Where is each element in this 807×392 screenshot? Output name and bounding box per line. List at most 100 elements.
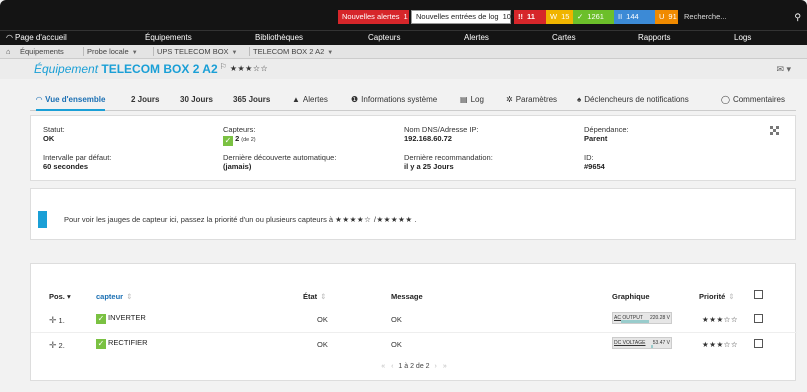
sensor-minigraph[interactable]: DC VOLTAGE 53.47 V — [612, 337, 672, 349]
row-position-value: 1. — [58, 316, 65, 325]
last-page-icon[interactable]: » — [443, 363, 447, 370]
sensor-link[interactable]: ✓ INVERTER — [96, 313, 146, 324]
tab-comments-label: Commentaires — [732, 95, 785, 104]
warning-sensors-button[interactable]: W 15 — [546, 10, 573, 24]
nav-home[interactable]: ◠ Page d'accueil — [6, 33, 67, 42]
search-input[interactable]: Recherche... ⚲ — [681, 10, 807, 24]
status-label: Statut: — [43, 125, 65, 134]
gauge-notice: Pour voir les jauges de capteur ici, pas… — [64, 215, 417, 224]
nav-logs[interactable]: Logs — [734, 33, 751, 42]
chevron-down-icon[interactable]: ▼ — [132, 50, 138, 56]
breadcrumb-item-devices[interactable]: Équipements — [20, 47, 64, 56]
search-icon[interactable]: ⚲ — [794, 10, 801, 24]
next-page-icon[interactable]: › — [435, 363, 437, 370]
page-title-kind: Équipement — [34, 62, 99, 76]
column-header-sensor[interactable]: capteur ⇕ — [96, 292, 132, 301]
sensor-state: OK — [317, 315, 328, 324]
breadcrumb-group-label: UPS TELECOM BOX — [157, 47, 229, 56]
recommendation-label: Dernière recommandation: — [404, 153, 493, 162]
page-title-name: TELECOM BOX 2 A2 — [101, 62, 218, 76]
page-title: Équipement TELECOM BOX 2 A2 ⚐ ★★★☆☆ — [34, 62, 268, 76]
table-row[interactable]: ✛ 2. ✓ RECTIFIER OK OK DC VOLTAGE 53.47 V … — [31, 332, 797, 354]
row-position[interactable]: ✛ 1. — [49, 315, 65, 326]
nav-libraries[interactable]: Bibliothèques — [255, 33, 303, 42]
first-page-icon[interactable]: « — [381, 363, 385, 370]
tab-notification-triggers-label: Déclencheurs de notifications — [584, 95, 689, 104]
sensor-priority-stars[interactable]: ★★★☆☆ — [702, 315, 738, 324]
prev-page-icon[interactable]: ‹ — [391, 363, 393, 370]
tab-notification-triggers[interactable]: ♠ Déclencheurs de notifications — [577, 95, 689, 104]
new-alerts-count: 1 — [403, 12, 408, 21]
dns-value: 192.168.60.72 — [404, 134, 452, 143]
tab-365-days[interactable]: 365 Jours — [233, 95, 270, 104]
flag-icon[interactable]: ⚐ — [220, 62, 227, 71]
sensors-value-wrap[interactable]: ✓ 2 (de 2) — [223, 134, 256, 146]
warning-count: 15 — [561, 12, 570, 21]
row-checkbox[interactable] — [754, 314, 763, 323]
column-header-pos[interactable]: Pos. ▾ — [49, 292, 71, 301]
breadcrumb-item-group[interactable]: UPS TELECOM BOX ▼ — [153, 47, 241, 56]
checkmark-icon: ✓ — [223, 136, 233, 146]
tab-comments[interactable]: ◯ Commentaires — [721, 95, 785, 104]
drag-handle-icon[interactable]: ✛ — [49, 315, 57, 325]
pagination: « ‹ 1 à 2 de 2 › » — [31, 363, 797, 370]
breadcrumb-item-device[interactable]: TELECOM BOX 2 A2 ▼ — [249, 47, 336, 56]
tab-2-days[interactable]: 2 Jours — [131, 95, 159, 104]
recommendation-value[interactable]: il y a 25 Jours — [404, 162, 493, 171]
nav-devices[interactable]: Équipements — [145, 33, 192, 42]
sensor-name: RECTIFIER — [108, 338, 148, 347]
priority-stars[interactable]: ★★★☆☆ — [230, 64, 268, 73]
unknown-sensors-button[interactable]: U 91 — [655, 10, 678, 24]
column-header-priority-label: Priorité — [699, 292, 726, 301]
nav-home-label: Page d'accueil — [14, 33, 67, 42]
column-header-state[interactable]: État ⇕ — [303, 292, 326, 301]
qr-code-icon[interactable] — [770, 126, 779, 135]
dependency-value[interactable]: Parent — [584, 134, 629, 143]
error-icon: !! — [518, 12, 523, 21]
breadcrumb-probe-label: Probe locale — [87, 47, 129, 56]
ok-sensors-button[interactable]: ✓ 1261 — [573, 10, 614, 24]
sensors-field: Capteurs: ✓ 2 (de 2) — [223, 125, 256, 146]
nav-reports[interactable]: Rapports — [638, 33, 670, 42]
tab-alerts[interactable]: ▲ Alertes — [292, 95, 328, 104]
ok-count: 1261 — [587, 12, 604, 21]
sensor-link[interactable]: ✓ RECTIFIER — [96, 338, 148, 349]
nav-maps[interactable]: Cartes — [552, 33, 576, 42]
column-header-pos-label: Pos. — [49, 292, 65, 301]
sensors-label: Capteurs: — [223, 125, 256, 134]
select-all-checkbox[interactable] — [754, 290, 763, 299]
nav-sensors[interactable]: Capteurs — [368, 33, 400, 42]
tab-overview[interactable]: ◠ Vue d'ensemble — [36, 95, 106, 111]
home-icon[interactable]: ⌂ — [6, 47, 11, 56]
tab-settings[interactable]: ✲ Paramètres — [506, 95, 557, 104]
sensor-message: OK — [391, 340, 402, 349]
new-log-entries-button[interactable]: Nouvelles entrées de log 107 — [411, 10, 515, 24]
sensors-of: (de 2) — [241, 137, 256, 143]
info-icon: ❶ — [351, 95, 359, 104]
chevron-down-icon[interactable]: ▼ — [232, 50, 238, 56]
table-row[interactable]: ✛ 1. ✓ INVERTER OK OK AC OUTPUT 220.28 V ★… — [31, 308, 797, 330]
tab-30-days[interactable]: 30 Jours — [180, 95, 213, 104]
column-header-priority[interactable]: Priorité ⇕ — [699, 292, 735, 301]
tab-system-info[interactable]: ❶ Informations système — [351, 95, 437, 104]
chevron-down-icon[interactable]: ▼ — [327, 50, 333, 56]
tab-log[interactable]: ▤ Log — [460, 95, 484, 104]
column-header-state-label: État — [303, 292, 318, 301]
id-value: #9654 — [584, 162, 605, 171]
new-alerts-button[interactable]: Nouvelles alertes 1 — [338, 10, 409, 24]
breadcrumb-item-probe[interactable]: Probe locale ▼ — [83, 47, 141, 56]
error-sensors-button[interactable]: !! 11 — [514, 10, 546, 24]
drag-handle-icon[interactable]: ✛ — [49, 340, 57, 350]
sensor-minigraph[interactable]: AC OUTPUT 220.28 V — [612, 312, 672, 324]
row-position[interactable]: ✛ 2. — [49, 340, 65, 351]
home-loop-icon: ◠ — [6, 33, 13, 42]
paused-sensors-button[interactable]: II 144 — [614, 10, 655, 24]
sensor-priority-stars[interactable]: ★★★☆☆ — [702, 340, 738, 349]
tab-overview-label: Vue d'ensemble — [45, 95, 106, 104]
row-checkbox[interactable] — [754, 339, 763, 348]
mail-icon[interactable]: ✉ ▾ — [776, 64, 791, 75]
tab-30-days-label: 30 Jours — [180, 95, 213, 104]
gauge-notice-end: . — [414, 215, 417, 224]
error-count: 11 — [527, 12, 535, 21]
nav-alerts[interactable]: Alertes — [464, 33, 489, 42]
